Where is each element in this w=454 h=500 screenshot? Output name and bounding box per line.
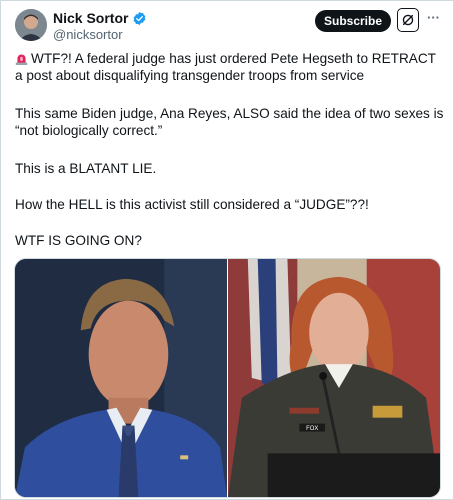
man-portrait-image (15, 259, 227, 497)
photo-right[interactable]: FOX (227, 259, 440, 497)
tweet-line-1: WTF?! A federal judge has just ordered P… (15, 50, 445, 84)
media-grid: FOX (14, 258, 441, 498)
tweet-text-line-5: WTF IS GOING ON? (15, 233, 142, 248)
nametag-text: FOX (306, 426, 318, 432)
tweet-text-line-1: WTF?! A federal judge has just ordered P… (15, 51, 436, 83)
siren-icon (15, 54, 28, 65)
avatar[interactable] (15, 9, 47, 41)
grok-button[interactable] (397, 8, 419, 32)
grok-icon (402, 14, 414, 26)
woman-uniform-image: FOX (228, 259, 440, 497)
subscribe-button[interactable]: Subscribe (315, 10, 391, 32)
author-block: Nick Sortor @nicksortor (53, 10, 147, 43)
more-icon[interactable]: ··· (427, 10, 440, 25)
author-display-name[interactable]: Nick Sortor (53, 10, 128, 26)
tweet-text-line-4: How the HELL is this activist still cons… (15, 197, 369, 212)
verified-badge-icon (134, 11, 146, 25)
tweet-text-line-3: This is a BLATANT LIE. (15, 161, 157, 176)
tweet-card: Nick Sortor @nicksortor Subscribe ··· WT… (0, 0, 454, 500)
tweet-text-line-2: This same Biden judge, Ana Reyes, ALSO s… (15, 106, 444, 138)
author-handle[interactable]: @nicksortor (53, 27, 147, 43)
photo-left[interactable] (15, 259, 227, 497)
avatar-image (15, 9, 47, 41)
